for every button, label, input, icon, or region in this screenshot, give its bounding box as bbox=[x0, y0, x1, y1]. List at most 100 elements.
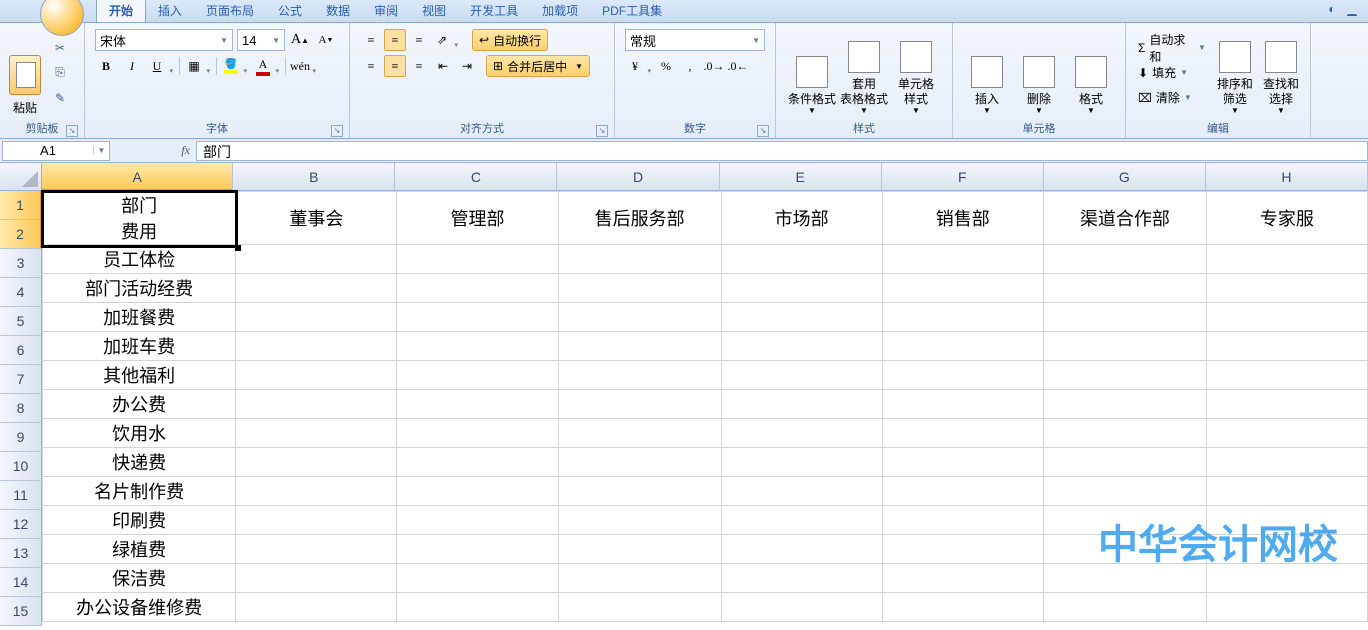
tab-developer[interactable]: 开发工具 bbox=[458, 0, 530, 22]
cell-F6[interactable] bbox=[882, 332, 1043, 361]
cell-B11[interactable] bbox=[236, 477, 397, 506]
cell-B3[interactable] bbox=[236, 245, 397, 274]
cell-A10[interactable]: 快递费 bbox=[43, 448, 236, 477]
bold-button[interactable]: B bbox=[95, 55, 117, 77]
find-select-button[interactable]: 查找和 选择▼ bbox=[1260, 30, 1302, 116]
row-header-7[interactable]: 7 bbox=[0, 365, 42, 394]
cell-A9[interactable]: 饮用水 bbox=[43, 419, 236, 448]
italic-button[interactable]: I bbox=[121, 55, 143, 77]
name-box[interactable]: A1▼ bbox=[2, 141, 110, 161]
wrap-text-button[interactable]: ↩自动换行 bbox=[472, 29, 548, 51]
cell-F15[interactable] bbox=[882, 593, 1043, 622]
cell-C7[interactable] bbox=[397, 361, 558, 390]
col-header-G[interactable]: G bbox=[1044, 163, 1206, 191]
shrink-font-button[interactable]: A▼ bbox=[315, 29, 337, 51]
delete-cells-button[interactable]: 删除▼ bbox=[1015, 30, 1063, 116]
tab-addins[interactable]: 加载项 bbox=[530, 0, 590, 22]
row-header-8[interactable]: 8 bbox=[0, 394, 42, 423]
cell-E7[interactable] bbox=[721, 361, 882, 390]
format-painter-button[interactable]: ✎ bbox=[48, 87, 72, 109]
cell-G4[interactable] bbox=[1043, 274, 1206, 303]
cell-D12[interactable] bbox=[558, 506, 721, 535]
align-middle-button[interactable]: ≡ bbox=[384, 29, 406, 51]
cell-H15[interactable] bbox=[1206, 593, 1367, 622]
col-header-A[interactable]: A bbox=[42, 163, 233, 191]
comma-button[interactable]: , bbox=[679, 55, 701, 77]
cell-H3[interactable] bbox=[1206, 245, 1367, 274]
cell-H8[interactable] bbox=[1206, 390, 1367, 419]
alignment-dialog-launcher[interactable]: ↘ bbox=[596, 125, 608, 137]
cell-A14[interactable]: 保洁费 bbox=[43, 564, 236, 593]
format-cells-button[interactable]: 格式▼ bbox=[1067, 30, 1115, 116]
merge-center-button[interactable]: ⊞合并后居中▼ bbox=[486, 55, 590, 77]
paste-button[interactable]: 粘贴 bbox=[4, 30, 46, 116]
cell-F10[interactable] bbox=[882, 448, 1043, 477]
cell-C6[interactable] bbox=[397, 332, 558, 361]
phonetic-button[interactable]: wén bbox=[290, 55, 318, 77]
spreadsheet-grid[interactable]: ABCDEFGH 123456789101112131415 部门费用董事会管理… bbox=[0, 163, 1368, 630]
cell-D14[interactable] bbox=[558, 564, 721, 593]
cell-E12[interactable] bbox=[721, 506, 882, 535]
cell-A7[interactable]: 其他福利 bbox=[43, 361, 236, 390]
cell-F8[interactable] bbox=[882, 390, 1043, 419]
cell-C3[interactable] bbox=[397, 245, 558, 274]
cell-G14[interactable] bbox=[1043, 564, 1206, 593]
cell-A4[interactable]: 部门活动经费 bbox=[43, 274, 236, 303]
row-header-6[interactable]: 6 bbox=[0, 336, 42, 365]
cell-B1[interactable]: 董事会 bbox=[236, 192, 397, 245]
increase-indent-button[interactable]: ⇥ bbox=[456, 55, 478, 77]
cell-B13[interactable] bbox=[236, 535, 397, 564]
sort-filter-button[interactable]: 排序和 筛选▼ bbox=[1214, 30, 1256, 116]
fill-button[interactable]: ⬇填充▼ bbox=[1134, 62, 1210, 84]
cell-D9[interactable] bbox=[558, 419, 721, 448]
cell-H4[interactable] bbox=[1206, 274, 1367, 303]
border-button[interactable]: ▦ bbox=[184, 55, 212, 77]
cell-D15[interactable] bbox=[558, 593, 721, 622]
cell-A5[interactable]: 加班餐费 bbox=[43, 303, 236, 332]
column-headers[interactable]: ABCDEFGH bbox=[42, 163, 1368, 191]
underline-button[interactable]: U bbox=[147, 55, 175, 77]
row-header-2[interactable]: 2 bbox=[0, 220, 42, 249]
cell-B10[interactable] bbox=[236, 448, 397, 477]
cell-B14[interactable] bbox=[236, 564, 397, 593]
cell-G5[interactable] bbox=[1043, 303, 1206, 332]
row-header-12[interactable]: 12 bbox=[0, 510, 42, 539]
cell-C11[interactable] bbox=[397, 477, 558, 506]
select-all-corner[interactable] bbox=[0, 163, 42, 191]
cell-B12[interactable] bbox=[236, 506, 397, 535]
cell-H14[interactable] bbox=[1206, 564, 1367, 593]
cell-C4[interactable] bbox=[397, 274, 558, 303]
cell-H1[interactable]: 专家服 bbox=[1206, 192, 1367, 245]
cell-E13[interactable] bbox=[721, 535, 882, 564]
cell-B8[interactable] bbox=[236, 390, 397, 419]
cell-C12[interactable] bbox=[397, 506, 558, 535]
cell-E15[interactable] bbox=[721, 593, 882, 622]
cell-H10[interactable] bbox=[1206, 448, 1367, 477]
cell-A8[interactable]: 办公费 bbox=[43, 390, 236, 419]
tab-review[interactable]: 审阅 bbox=[362, 0, 410, 22]
cell-H9[interactable] bbox=[1206, 419, 1367, 448]
cut-button[interactable]: ✂ bbox=[48, 37, 72, 59]
cell-A11[interactable]: 名片制作费 bbox=[43, 477, 236, 506]
cell-B7[interactable] bbox=[236, 361, 397, 390]
cells-area[interactable]: 部门费用董事会管理部售后服务部市场部销售部渠道合作部专家服员工体检部门活动经费加… bbox=[42, 191, 1368, 630]
formula-input[interactable]: 部门 bbox=[196, 141, 1368, 161]
cell-G15[interactable] bbox=[1043, 593, 1206, 622]
cell-G10[interactable] bbox=[1043, 448, 1206, 477]
cell-H5[interactable] bbox=[1206, 303, 1367, 332]
clipboard-dialog-launcher[interactable]: ↘ bbox=[66, 125, 78, 137]
cell-B15[interactable] bbox=[236, 593, 397, 622]
fx-icon[interactable]: fx bbox=[181, 143, 190, 158]
cell-G12[interactable] bbox=[1043, 506, 1206, 535]
row-header-15[interactable]: 15 bbox=[0, 597, 42, 626]
cell-G3[interactable] bbox=[1043, 245, 1206, 274]
cell-C15[interactable] bbox=[397, 593, 558, 622]
align-center-button[interactable]: ≡ bbox=[384, 55, 406, 77]
number-dialog-launcher[interactable]: ↘ bbox=[757, 125, 769, 137]
align-left-button[interactable]: ≡ bbox=[360, 55, 382, 77]
cell-E5[interactable] bbox=[721, 303, 882, 332]
tab-formulas[interactable]: 公式 bbox=[266, 0, 314, 22]
cell-F3[interactable] bbox=[882, 245, 1043, 274]
cell-G8[interactable] bbox=[1043, 390, 1206, 419]
cell-D13[interactable] bbox=[558, 535, 721, 564]
